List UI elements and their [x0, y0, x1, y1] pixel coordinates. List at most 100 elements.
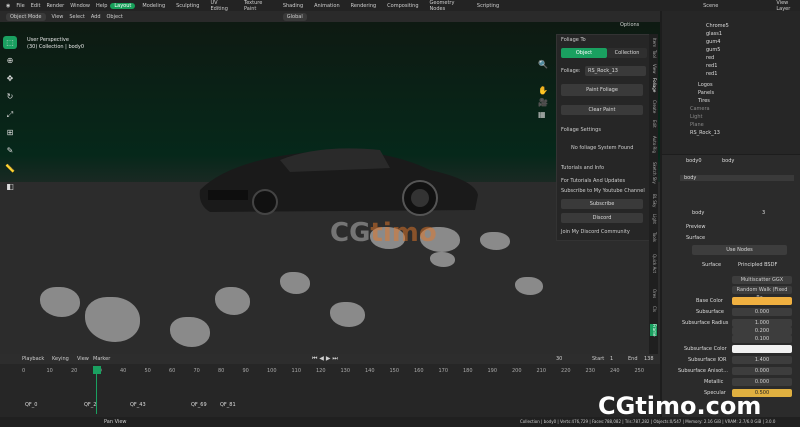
tab-tool[interactable]: Tool	[650, 50, 657, 58]
orientation-dropdown[interactable]: Global	[282, 12, 307, 21]
collection-tab[interactable]: Collection	[607, 48, 647, 58]
view-layer-selector[interactable]: View Layer	[776, 0, 800, 12]
tab-ores[interactable]: Ores	[650, 289, 657, 298]
hand-icon[interactable]: ✋	[538, 86, 548, 95]
timeline[interactable]: Playback Keying View Marker ⏮ ◀ ▶ ⏭ 30 S…	[0, 354, 660, 417]
keying-menu[interactable]: Keying	[52, 356, 69, 362]
subsurface-field[interactable]: 0.000	[732, 308, 792, 316]
outliner-item[interactable]: Light	[690, 114, 702, 120]
outliner-item[interactable]: glass1	[706, 31, 722, 37]
select-menu[interactable]: Select	[69, 14, 84, 20]
end-frame-field[interactable]: 138	[644, 356, 654, 362]
menu-file[interactable]: File	[16, 3, 24, 9]
object-menu[interactable]: Object	[107, 14, 123, 20]
preview-section[interactable]: Preview	[686, 224, 705, 230]
outliner-item[interactable]: RS_Rock_13	[690, 130, 720, 136]
tab-auto-rig[interactable]: Auto Rig	[650, 136, 657, 153]
outliner-item[interactable]: Tires	[698, 98, 710, 104]
workspace-tab-shading[interactable]: Shading	[279, 3, 307, 9]
outliner-item[interactable]: Panels	[698, 90, 714, 96]
material-user-count[interactable]: 3	[762, 210, 765, 216]
foliage-object-field[interactable]: RS_Rock_13	[585, 66, 646, 76]
workspace-tab-compositing[interactable]: Compositing	[383, 3, 422, 9]
surface-section[interactable]: Surface	[686, 235, 705, 241]
subsurface-radius-z[interactable]: 0.100	[732, 335, 792, 343]
workspace-tab-modeling[interactable]: Modeling	[138, 3, 169, 9]
workspace-tab-animation[interactable]: Animation	[310, 3, 344, 9]
outliner-item[interactable]: Chrome5	[706, 23, 729, 29]
tab-create[interactable]: Create	[650, 100, 657, 113]
playback-controls[interactable]: ⏮ ◀ ▶ ⏭	[312, 355, 338, 363]
workspace-tab-geometry-nodes[interactable]: Geometry Nodes	[426, 0, 470, 12]
workspace-tab-layout[interactable]: Layout	[110, 2, 136, 9]
marker-menu[interactable]: Marker	[93, 356, 110, 362]
tab-edit[interactable]: Edit	[650, 120, 657, 128]
workspace-tab-rendering[interactable]: Rendering	[347, 3, 381, 9]
timeline-marker[interactable]: QF_69	[191, 402, 207, 408]
subsurface-method-dropdown[interactable]: Random Walk (Fixed Ra...	[732, 286, 792, 301]
timeline-marker[interactable]: QF_0	[25, 402, 38, 408]
camera-icon[interactable]: 🎥	[538, 98, 548, 107]
scene-selector[interactable]: Scene	[703, 3, 718, 9]
outliner-item[interactable]: red1	[706, 71, 717, 77]
tab-foliage[interactable]: Foliage	[650, 78, 657, 92]
tab-cls[interactable]: Cls	[650, 306, 657, 312]
workspace-tab-sculpting[interactable]: Sculpting	[172, 3, 203, 9]
menu-window[interactable]: Window	[70, 3, 90, 9]
tab-bl-sky[interactable]: BL Sky	[650, 194, 657, 207]
add-cube-icon[interactable]: ◧	[3, 180, 17, 193]
timeline-marker[interactable]: QF_43	[130, 402, 146, 408]
annotate-icon[interactable]: ✎	[3, 144, 17, 157]
clear-paint-button[interactable]: Clear Paint	[561, 105, 643, 115]
transform-icon[interactable]: ⊞	[3, 126, 17, 139]
discord-button[interactable]: Discord	[561, 213, 643, 223]
playhead[interactable]	[93, 366, 101, 374]
subscribe-button[interactable]: Subscribe	[561, 199, 643, 209]
paint-foliage-button[interactable]: Paint Foliage	[561, 84, 643, 96]
zoom-icon[interactable]: 🔍	[538, 60, 548, 69]
outliner-item[interactable]: Plane	[690, 122, 704, 128]
rotate-icon[interactable]: ↻	[3, 90, 17, 103]
options-dropdown[interactable]: Options	[620, 22, 639, 28]
add-menu[interactable]: Add	[91, 14, 101, 20]
playback-menu[interactable]: Playback	[22, 356, 44, 362]
tab-tools[interactable]: Tools	[650, 232, 657, 242]
subsurface-radius-x[interactable]: 1.000	[732, 319, 792, 327]
use-nodes-button[interactable]: Use Nodes	[692, 245, 787, 255]
menu-help[interactable]: Help	[96, 3, 107, 9]
blender-logo-icon[interactable]: ◉	[6, 3, 10, 9]
start-frame-field[interactable]: 1	[610, 356, 613, 362]
outliner-item[interactable]: red1	[706, 63, 717, 69]
tab-sketch-sky[interactable]: Sketch Sky	[650, 162, 657, 184]
base-color-swatch[interactable]	[732, 297, 792, 305]
workspace-tab-texture-paint[interactable]: Texture Paint	[240, 0, 276, 12]
timeline-marker[interactable]: QF_2	[84, 402, 97, 408]
subsurface-color-swatch[interactable]	[732, 345, 792, 353]
outliner-item[interactable]: Camera	[690, 106, 710, 112]
measure-icon[interactable]: 📏	[3, 162, 17, 175]
subsurface-anisotropy-field[interactable]: 0.000	[732, 367, 792, 375]
object-tab[interactable]: Object	[561, 48, 607, 58]
material-slot-list[interactable]: body	[680, 175, 794, 181]
material-name-field[interactable]: body	[692, 210, 704, 216]
select-box-icon[interactable]: ⬚	[3, 36, 17, 49]
grid-icon[interactable]: ▦	[538, 110, 546, 119]
metallic-field[interactable]: 0.000	[732, 378, 792, 386]
cursor-icon[interactable]: ⊕	[3, 54, 17, 67]
current-frame-field[interactable]: 30	[556, 356, 562, 362]
workspace-tab-scripting[interactable]: Scripting	[473, 3, 503, 9]
scale-icon[interactable]: ⤢	[3, 108, 17, 121]
mode-dropdown[interactable]: Object Mode	[6, 12, 46, 21]
distribution-dropdown[interactable]: Multiscatter GGX	[732, 276, 792, 284]
subsurface-radius-y[interactable]: 0.200	[732, 327, 792, 335]
tab-view[interactable]: View	[650, 64, 657, 74]
menu-edit[interactable]: Edit	[31, 3, 41, 9]
timeline-marker[interactable]: QF_81	[220, 402, 236, 408]
view-menu[interactable]: View	[77, 356, 89, 362]
outliner-item[interactable]: gum5	[706, 47, 720, 53]
menu-render[interactable]: Render	[46, 3, 64, 9]
move-icon[interactable]: ✥	[3, 72, 17, 85]
tab-item[interactable]: Item	[650, 38, 657, 47]
tab-frame[interactable]: Frame	[650, 324, 657, 337]
tab-quick-act[interactable]: Quick Act	[650, 254, 657, 273]
